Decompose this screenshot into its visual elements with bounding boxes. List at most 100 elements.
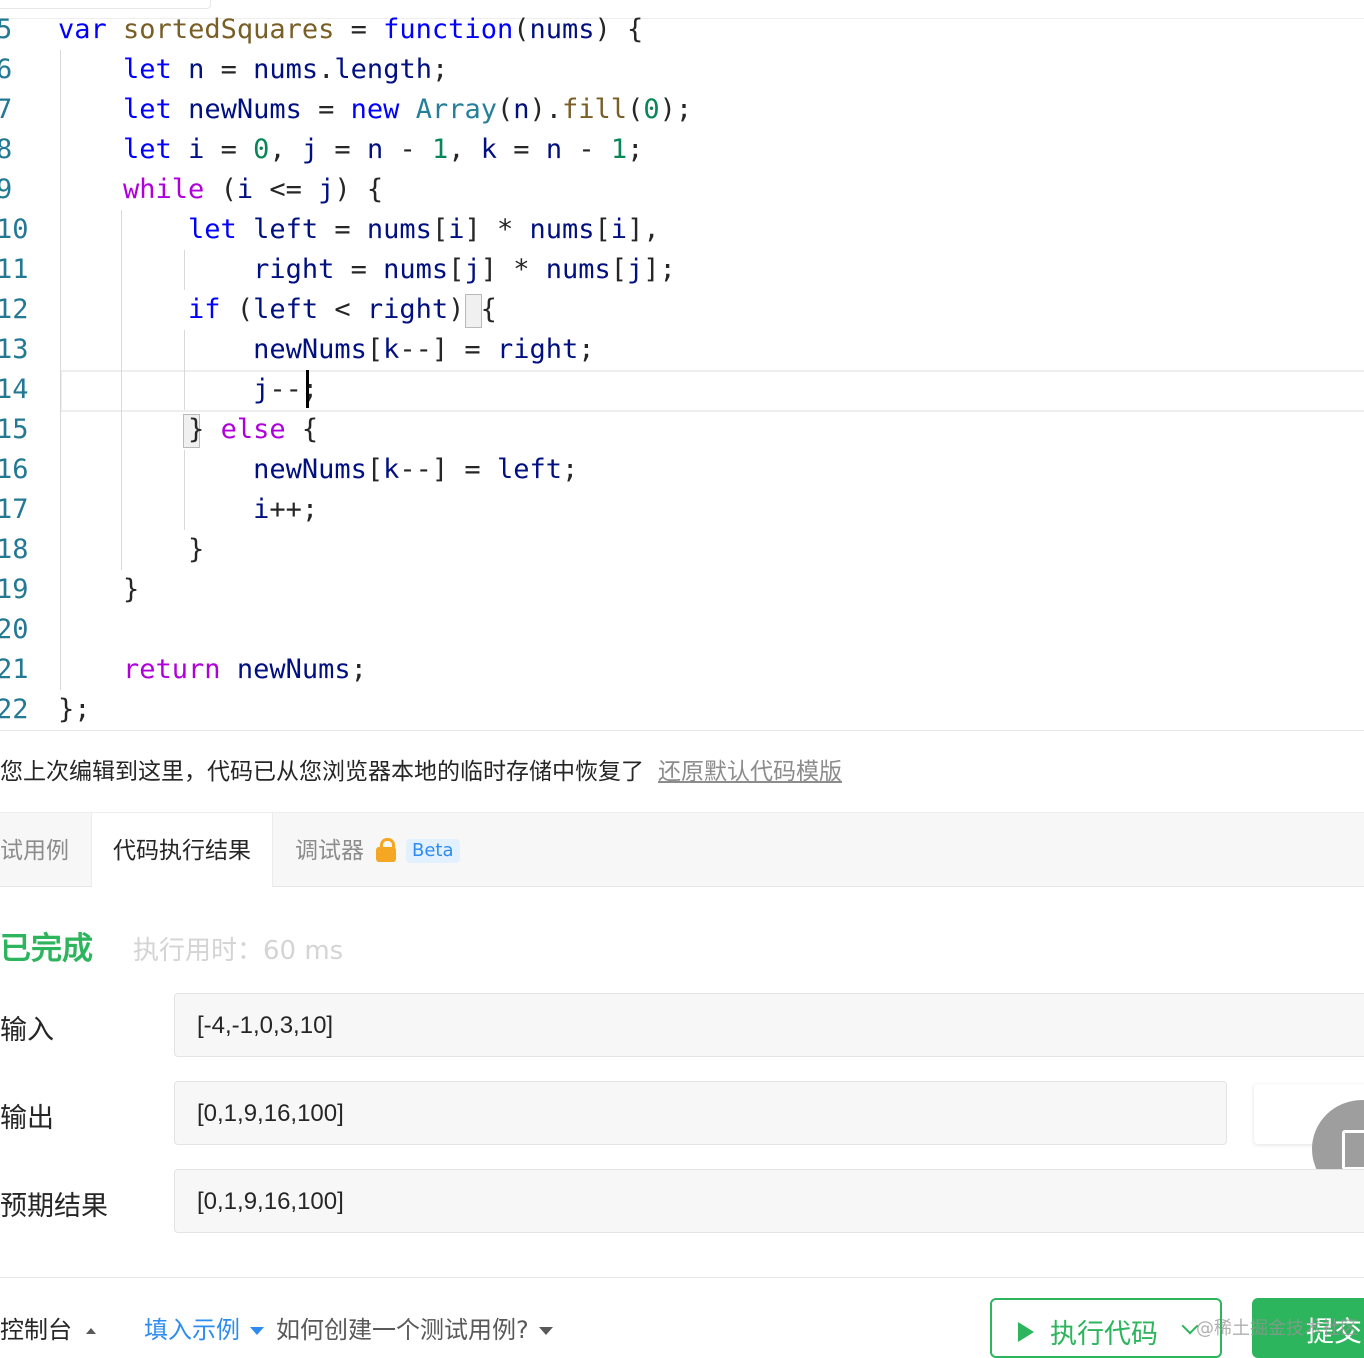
- fill-example-label: 填入示例: [144, 1316, 240, 1344]
- code-line[interactable]: 9 while (i <= j) {: [0, 170, 1364, 210]
- line-number: 11: [0, 254, 29, 285]
- code-text: let left = nums[i] * nums[i],: [58, 210, 660, 250]
- code-line[interactable]: 16 newNums[k--] = left;: [0, 450, 1364, 490]
- code-text: var sortedSquares = function(nums) {: [58, 10, 643, 50]
- code-token: 0: [643, 94, 660, 125]
- code-token: if: [188, 294, 221, 325]
- code-line[interactable]: 14 j--;: [0, 370, 1364, 412]
- tab-testcase[interactable]: 试用例: [0, 813, 90, 886]
- code-text: return newNums;: [58, 650, 367, 690]
- fill-example-button[interactable]: 填入示例: [144, 1310, 264, 1345]
- code-token: nums: [529, 14, 595, 45]
- code-token: (: [220, 294, 254, 325]
- line-number: 16: [0, 454, 29, 485]
- code-token: j: [627, 254, 644, 285]
- code-line[interactable]: 11 right = nums[j] * nums[j];: [0, 250, 1364, 290]
- code-token: ) {: [334, 174, 384, 205]
- console-toggle[interactable]: 控制台: [0, 1310, 96, 1345]
- code-token: n: [188, 54, 205, 85]
- code-token: --] =: [399, 454, 497, 485]
- code-token: i: [188, 134, 205, 165]
- code-token: (: [204, 174, 237, 205]
- code-line[interactable]: 21 return newNums;: [0, 650, 1364, 690]
- code-token: ];: [643, 254, 676, 285]
- code-token: left: [253, 294, 319, 325]
- code-token: newNums: [253, 334, 367, 365]
- code-token: =: [204, 134, 254, 165]
- code-token: newNums: [188, 94, 302, 125]
- line-number: 17: [0, 494, 29, 525]
- output-label: 输出: [0, 1103, 54, 1134]
- line-number: 7: [0, 94, 13, 125]
- code-token: length: [334, 54, 432, 85]
- lock-icon: [376, 838, 396, 862]
- input-label: 输入: [0, 1015, 54, 1046]
- code-line[interactable]: 17 i++;: [0, 490, 1364, 530]
- caret-down-icon: [250, 1327, 264, 1335]
- tab-debugger[interactable]: 调试器 Beta: [295, 813, 495, 886]
- code-token: nums: [529, 214, 595, 245]
- output-value-box: [0,1,9,16,100]: [174, 1081, 1227, 1145]
- code-token: [: [610, 254, 628, 285]
- tab-result[interactable]: 代码执行结果: [91, 813, 273, 887]
- indent-guide: [60, 50, 61, 690]
- code-line[interactable]: 18 }: [0, 530, 1364, 570]
- code-token: j: [464, 254, 481, 285]
- code-text: let n = nums.length;: [58, 50, 448, 90]
- code-token: j: [301, 134, 319, 165]
- code-token: <: [318, 294, 367, 325]
- code-line[interactable]: 22};: [0, 690, 1364, 730]
- code-line[interactable]: 20: [0, 610, 1364, 650]
- tab-debugger-label: 调试器: [295, 838, 364, 864]
- run-code-button[interactable]: 执行代码: [990, 1298, 1222, 1358]
- code-token: ,: [448, 134, 481, 165]
- code-text: };: [58, 690, 91, 730]
- code-token: newNums: [253, 454, 367, 485]
- code-token: ;: [350, 654, 367, 685]
- code-token: nums: [383, 254, 449, 285]
- code-token: left: [496, 454, 562, 485]
- expected-value-box: [0,1,9,16,100]: [174, 1169, 1364, 1233]
- code-line[interactable]: 12 if (left < right) {: [0, 290, 1364, 330]
- watermark: @稀土掘金技术社区: [1196, 1318, 1358, 1339]
- code-line[interactable]: 10 let left = nums[i] * nums[i],: [0, 210, 1364, 250]
- code-token: let: [123, 54, 172, 85]
- code-text: } else {: [58, 410, 318, 450]
- code-text: }: [58, 570, 139, 610]
- code-line[interactable]: 13 newNums[k--] = right;: [0, 330, 1364, 370]
- code-token: function: [383, 14, 514, 45]
- code-token: [: [431, 214, 449, 245]
- code-line[interactable]: 19 }: [0, 570, 1364, 610]
- code-token: right: [366, 294, 449, 325]
- code-line[interactable]: 6 let n = nums.length;: [0, 50, 1364, 90]
- how-to-label: 如何创建一个测试用例?: [276, 1316, 529, 1344]
- console-label: 控制台: [0, 1316, 72, 1344]
- code-token: right: [496, 334, 579, 365]
- code-token: (: [627, 94, 644, 125]
- code-line[interactable]: 8 let i = 0, j = n - 1, k = n - 1;: [0, 130, 1364, 170]
- line-number: 9: [0, 174, 13, 205]
- code-line[interactable]: 7 let newNums = new Array(n).fill(0);: [0, 90, 1364, 130]
- code-line[interactable]: 5 var sortedSquares = function(nums) {: [0, 10, 1364, 50]
- code-token: fill: [562, 94, 628, 125]
- indent-guide: [184, 250, 185, 290]
- how-to-create-testcase-link[interactable]: 如何创建一个测试用例?: [276, 1310, 553, 1345]
- restore-message: 您上次编辑到这里，代码已从您浏览器本地的临时存储中恢复了: [0, 759, 644, 785]
- code-line[interactable]: 15 } else {: [0, 410, 1364, 450]
- caret-down-icon: [538, 1327, 553, 1335]
- restore-default-template-link[interactable]: 还原默认代码模版: [658, 759, 842, 785]
- code-token: let: [188, 214, 237, 245]
- code-token: n: [513, 94, 530, 125]
- code-editor[interactable]: 5 var sortedSquares = function(nums) {6 l…: [0, 10, 1364, 730]
- code-text: right = nums[j] * nums[j];: [58, 250, 676, 290]
- line-number: 13: [0, 334, 29, 365]
- line-number: 12: [0, 294, 29, 325]
